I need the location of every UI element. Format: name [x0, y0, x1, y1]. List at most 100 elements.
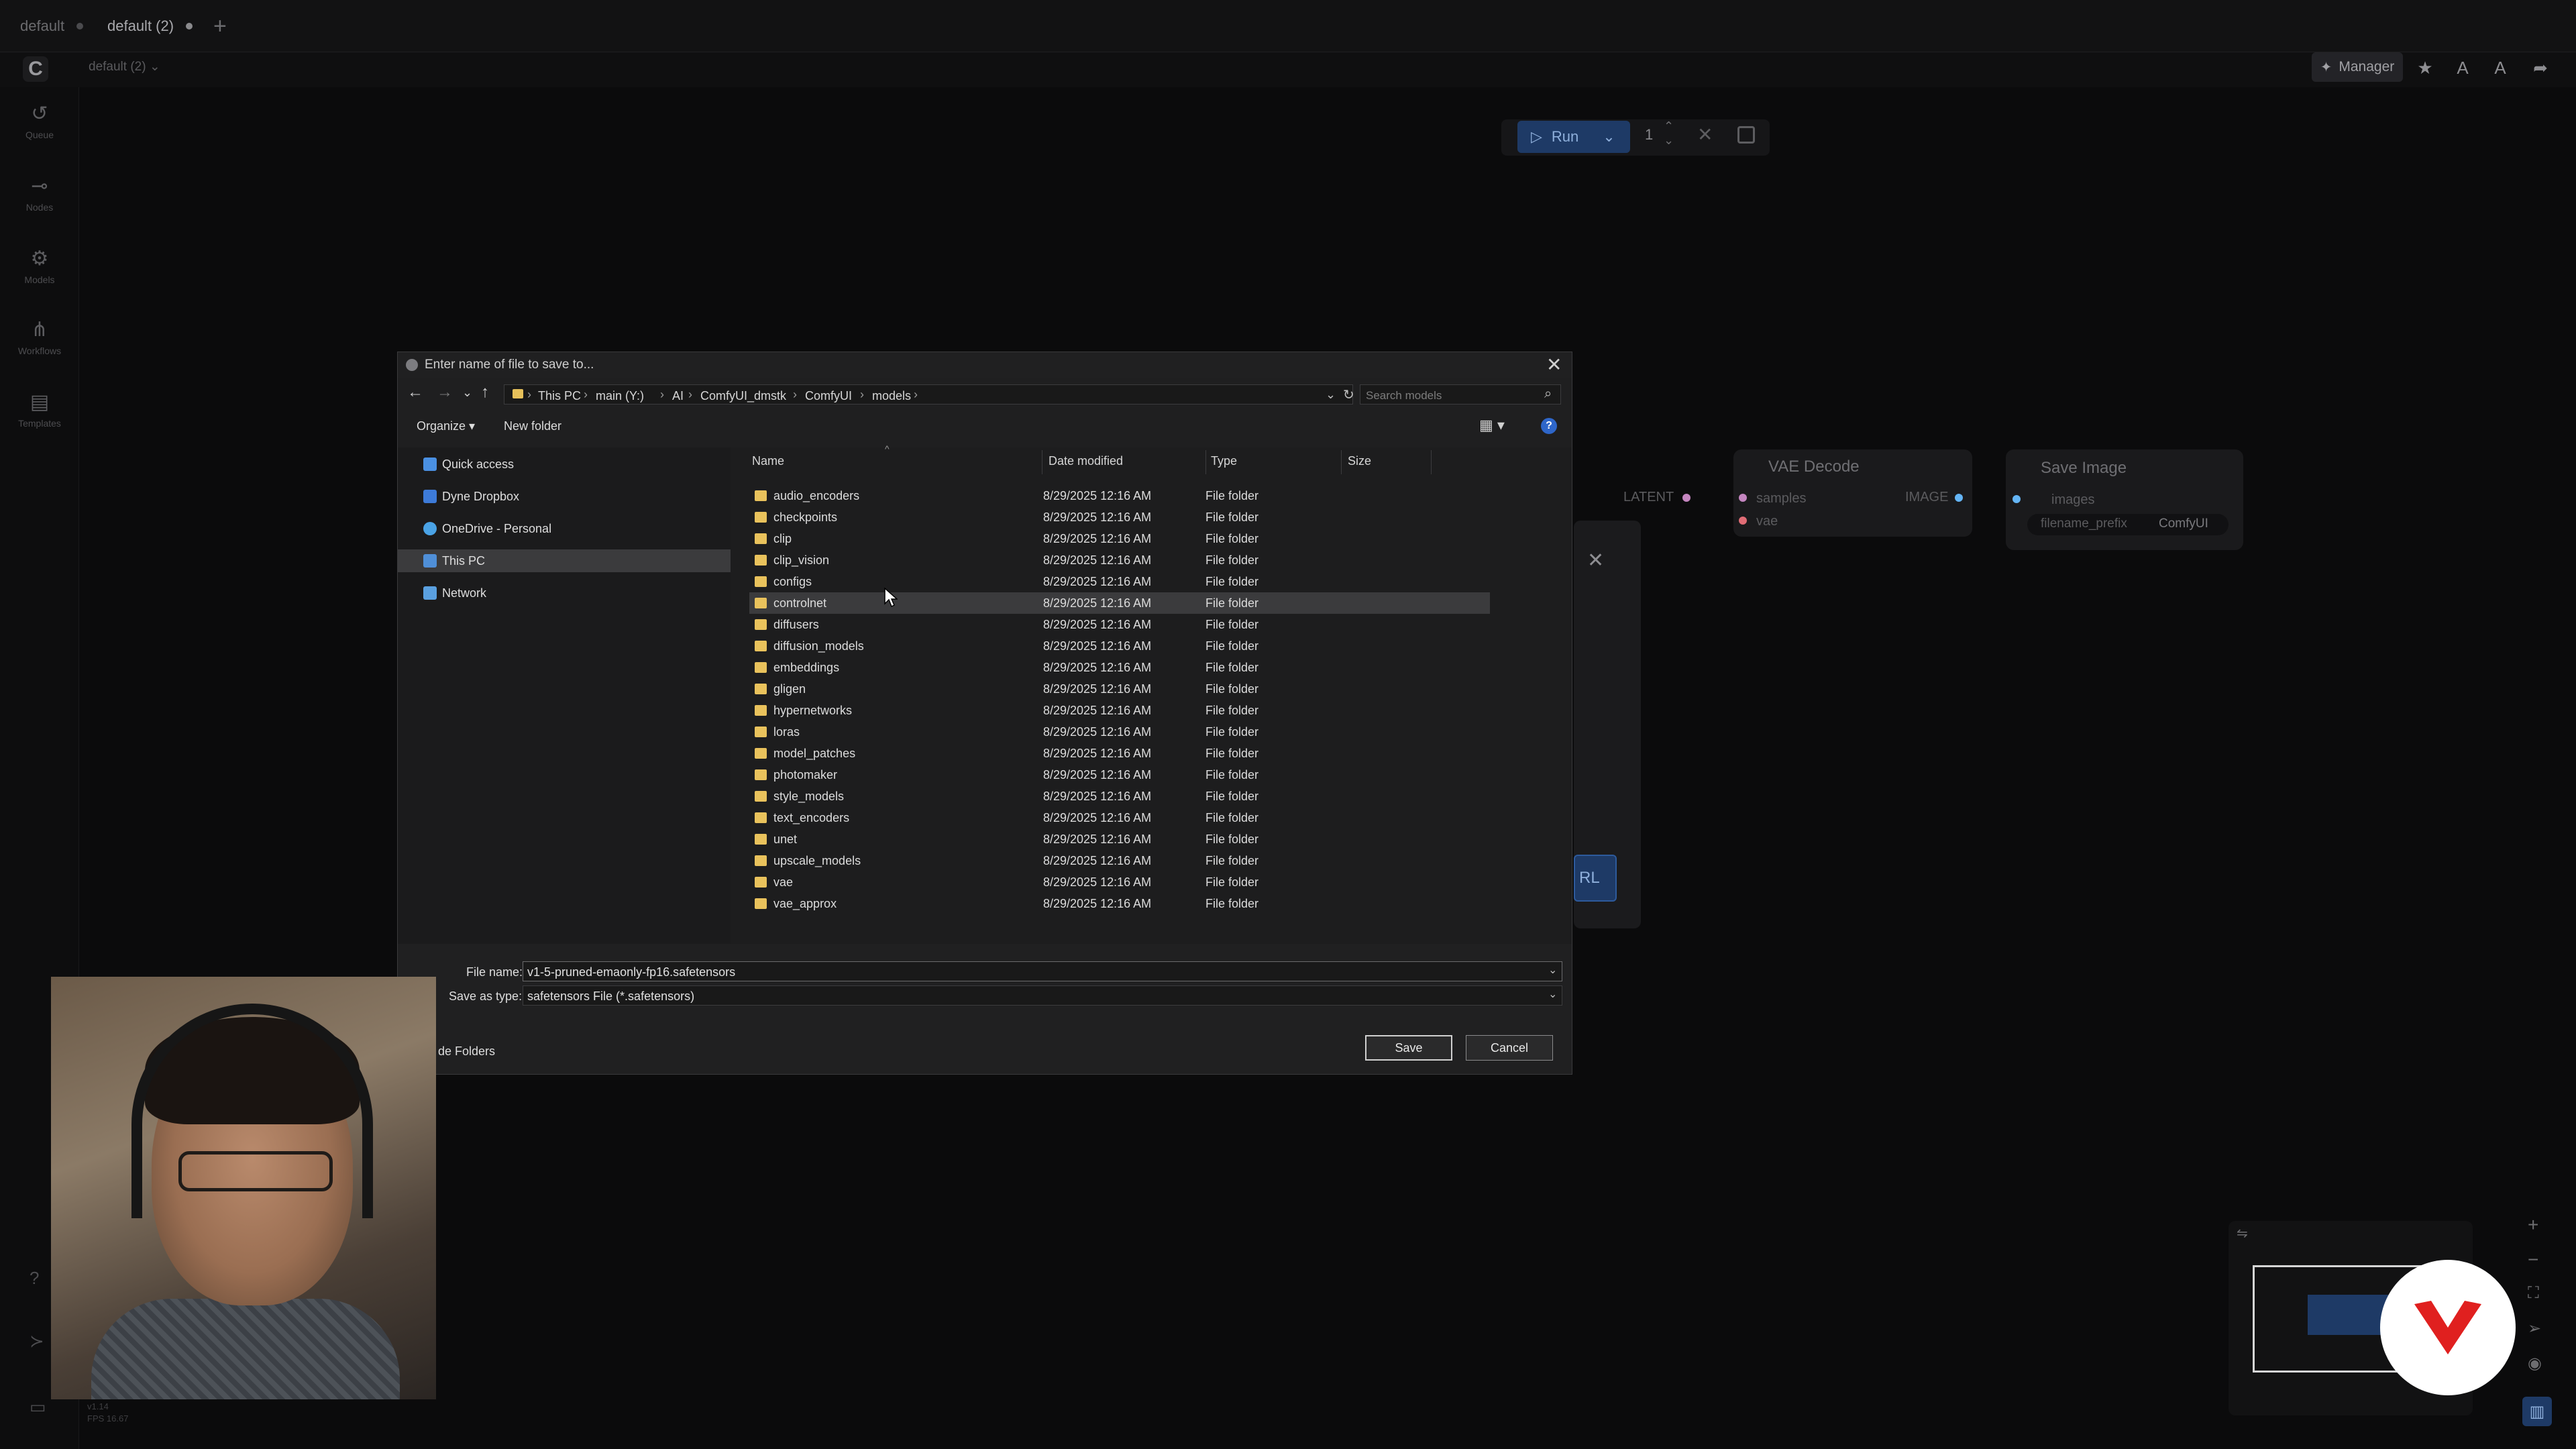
port-dot-icon[interactable]: [2012, 495, 2021, 503]
port-dot-icon[interactable]: [1739, 517, 1747, 525]
breadcrumb-drive[interactable]: main (Y:): [596, 389, 644, 403]
file-row[interactable]: embeddings 8/29/2025 12:16 AM File folder: [749, 657, 1490, 678]
new-folder-button[interactable]: New folder: [504, 419, 561, 433]
chevron-down-icon[interactable]: ⌄: [1548, 963, 1557, 977]
port-dot-icon[interactable]: [1739, 494, 1747, 502]
comfy-logo-icon[interactable]: C: [23, 56, 48, 82]
file-row[interactable]: clip 8/29/2025 12:16 AM File folder: [749, 528, 1490, 549]
workflow-name[interactable]: default (2) ⌄: [89, 59, 160, 74]
breadcrumb-ai[interactable]: AI: [672, 389, 684, 403]
column-divider[interactable]: [1431, 450, 1432, 474]
chevron-down-icon[interactable]: ⌄: [1326, 388, 1336, 402]
file-row[interactable]: loras 8/29/2025 12:16 AM File folder: [749, 721, 1490, 743]
zoom-in-icon[interactable]: +: [2528, 1214, 2538, 1236]
manager-button[interactable]: ✦ Manager: [2312, 52, 2403, 82]
nav-this-pc[interactable]: This PC: [398, 549, 731, 572]
tab-default[interactable]: default: [20, 0, 84, 52]
filename-prefix-widget[interactable]: filename_prefix ComfyUI: [2027, 514, 2229, 535]
recent-chevron-icon[interactable]: ⌄: [462, 386, 472, 400]
minimap-settings-icon[interactable]: ⇋: [2237, 1225, 2248, 1242]
nav-quick-access[interactable]: Quick access: [398, 453, 731, 476]
file-row[interactable]: upscale_models 8/29/2025 12:16 AM File fol…: [749, 850, 1490, 871]
minimap-toggle-icon[interactable]: ▥: [2522, 1397, 2552, 1426]
terminal-icon[interactable]: ≻: [30, 1331, 44, 1352]
visibility-icon[interactable]: ◉: [2528, 1354, 2542, 1373]
file-row[interactable]: text_encoders 8/29/2025 12:16 AM File fold…: [749, 807, 1490, 828]
column-divider[interactable]: [1205, 450, 1206, 474]
tab-default-2[interactable]: default (2): [107, 0, 193, 52]
zoom-out-icon[interactable]: −: [2528, 1249, 2538, 1271]
close-icon[interactable]: ✕: [1697, 123, 1713, 146]
up-arrow-icon[interactable]: ↑: [481, 383, 489, 402]
share-icon[interactable]: ➦: [2528, 55, 2553, 80]
port-dot-icon[interactable]: [1682, 494, 1690, 502]
stepper-icon[interactable]: ⌃ ⌄: [1664, 119, 1674, 148]
sidebar-item-templates[interactable]: ▤ Templates: [0, 390, 79, 429]
address-bar[interactable]: › This PC › main (Y:) › AI › ComfyUI_dms…: [504, 384, 1354, 405]
sidebar-item-nodes[interactable]: ⊸ Nodes: [0, 174, 79, 213]
refresh-icon[interactable]: ↻: [1343, 386, 1354, 403]
sidebar-item-queue[interactable]: ↺ Queue: [0, 102, 79, 140]
new-tab-plus-icon[interactable]: +: [213, 13, 227, 40]
sidebar-item-models[interactable]: ⚙ Models: [0, 247, 79, 285]
file-type: File folder: [1205, 811, 1259, 824]
help-icon[interactable]: ?: [1541, 418, 1557, 434]
cancel-button[interactable]: Cancel: [1466, 1035, 1553, 1061]
breadcrumb-models[interactable]: models: [872, 389, 911, 403]
file-row[interactable]: hypernetworks 8/29/2025 12:16 AM File fold…: [749, 700, 1490, 721]
chevron-down-icon[interactable]: ⌄: [1603, 128, 1615, 146]
file-name-input[interactable]: v1-5-pruned-emaonly-fp16.safetensors ⌄: [523, 961, 1562, 981]
file-row[interactable]: gligen 8/29/2025 12:16 AM File folder: [749, 678, 1490, 700]
url-button[interactable]: RL: [1574, 855, 1617, 902]
column-header-type[interactable]: Type: [1211, 454, 1237, 468]
breadcrumb-comfyui-dmstk[interactable]: ComfyUI_dmstk: [700, 389, 786, 403]
file-row[interactable]: checkpoints 8/29/2025 12:16 AM File folder: [749, 506, 1490, 528]
letter-a-alt-icon[interactable]: A: [2487, 55, 2513, 80]
file-row[interactable]: model_patches 8/29/2025 12:16 AM File fold…: [749, 743, 1490, 764]
file-row[interactable]: configs 8/29/2025 12:16 AM File folder: [749, 571, 1490, 592]
file-date: 8/29/2025 12:16 AM: [1043, 790, 1152, 803]
file-row[interactable]: vae_approx 8/29/2025 12:16 AM File folder: [749, 893, 1490, 914]
run-button[interactable]: ▷ Run ⌄: [1517, 121, 1630, 153]
nav-network[interactable]: Network: [398, 582, 731, 604]
nav-onedrive[interactable]: OneDrive - Personal: [398, 517, 731, 540]
view-options-icon[interactable]: ▦ ▾: [1479, 417, 1505, 434]
breadcrumb-comfyui[interactable]: ComfyUI: [805, 389, 852, 403]
back-arrow-icon[interactable]: ←: [407, 383, 423, 402]
organize-menu[interactable]: Organize ▾: [417, 419, 475, 433]
port-dot-icon[interactable]: [1955, 494, 1963, 502]
file-row[interactable]: unet 8/29/2025 12:16 AM File folder: [749, 828, 1490, 850]
close-icon[interactable]: ✕: [1546, 354, 1562, 376]
forward-arrow-icon[interactable]: →: [437, 383, 453, 402]
close-icon[interactable]: ✕: [1587, 549, 1604, 572]
column-header-name[interactable]: Name: [752, 454, 784, 468]
star-icon: [423, 458, 437, 471]
keyboard-icon[interactable]: ▭: [30, 1397, 46, 1417]
sidebar-item-workflows[interactable]: ⋔ Workflows: [0, 318, 79, 356]
file-row[interactable]: audio_encoders 8/29/2025 12:16 AM File fol…: [749, 485, 1490, 506]
column-header-date[interactable]: Date modified: [1049, 454, 1123, 468]
file-row[interactable]: diffusers 8/29/2025 12:16 AM File folder: [749, 614, 1490, 635]
file-row[interactable]: clip_vision 8/29/2025 12:16 AM File folder: [749, 549, 1490, 571]
hide-folders-toggle[interactable]: de Folders: [438, 1044, 495, 1059]
cloud-icon: [423, 522, 437, 535]
stop-icon[interactable]: [1737, 126, 1755, 144]
breadcrumb-this-pc[interactable]: This PC: [538, 389, 581, 403]
file-row[interactable]: photomaker 8/29/2025 12:16 AM File folder: [749, 764, 1490, 786]
save-type-select[interactable]: safetensors File (*.safetensors) ⌄: [523, 985, 1562, 1006]
search-input[interactable]: Search models ⌕: [1360, 384, 1561, 405]
file-row[interactable]: vae 8/29/2025 12:16 AM File folder: [749, 871, 1490, 893]
letter-a-icon[interactable]: A: [2450, 55, 2475, 80]
nav-dropbox[interactable]: Dyne Dropbox: [398, 485, 731, 508]
pointer-mode-icon[interactable]: ➢: [2528, 1319, 2541, 1338]
help-icon[interactable]: ?: [30, 1268, 39, 1289]
column-header-size[interactable]: Size: [1348, 454, 1371, 468]
star-icon[interactable]: ★: [2412, 55, 2438, 80]
file-row[interactable]: diffusion_models 8/29/2025 12:16 AM File f…: [749, 635, 1490, 657]
file-row[interactable]: style_models 8/29/2025 12:16 AM File folde…: [749, 786, 1490, 807]
save-button[interactable]: Save: [1365, 1035, 1452, 1061]
chevron-down-icon[interactable]: ⌄: [1548, 987, 1557, 1001]
column-divider[interactable]: [1341, 450, 1342, 474]
fit-view-icon[interactable]: ⛶: [2528, 1284, 2539, 1303]
file-row[interactable]: controlnet 8/29/2025 12:16 AM File folder: [749, 592, 1490, 614]
